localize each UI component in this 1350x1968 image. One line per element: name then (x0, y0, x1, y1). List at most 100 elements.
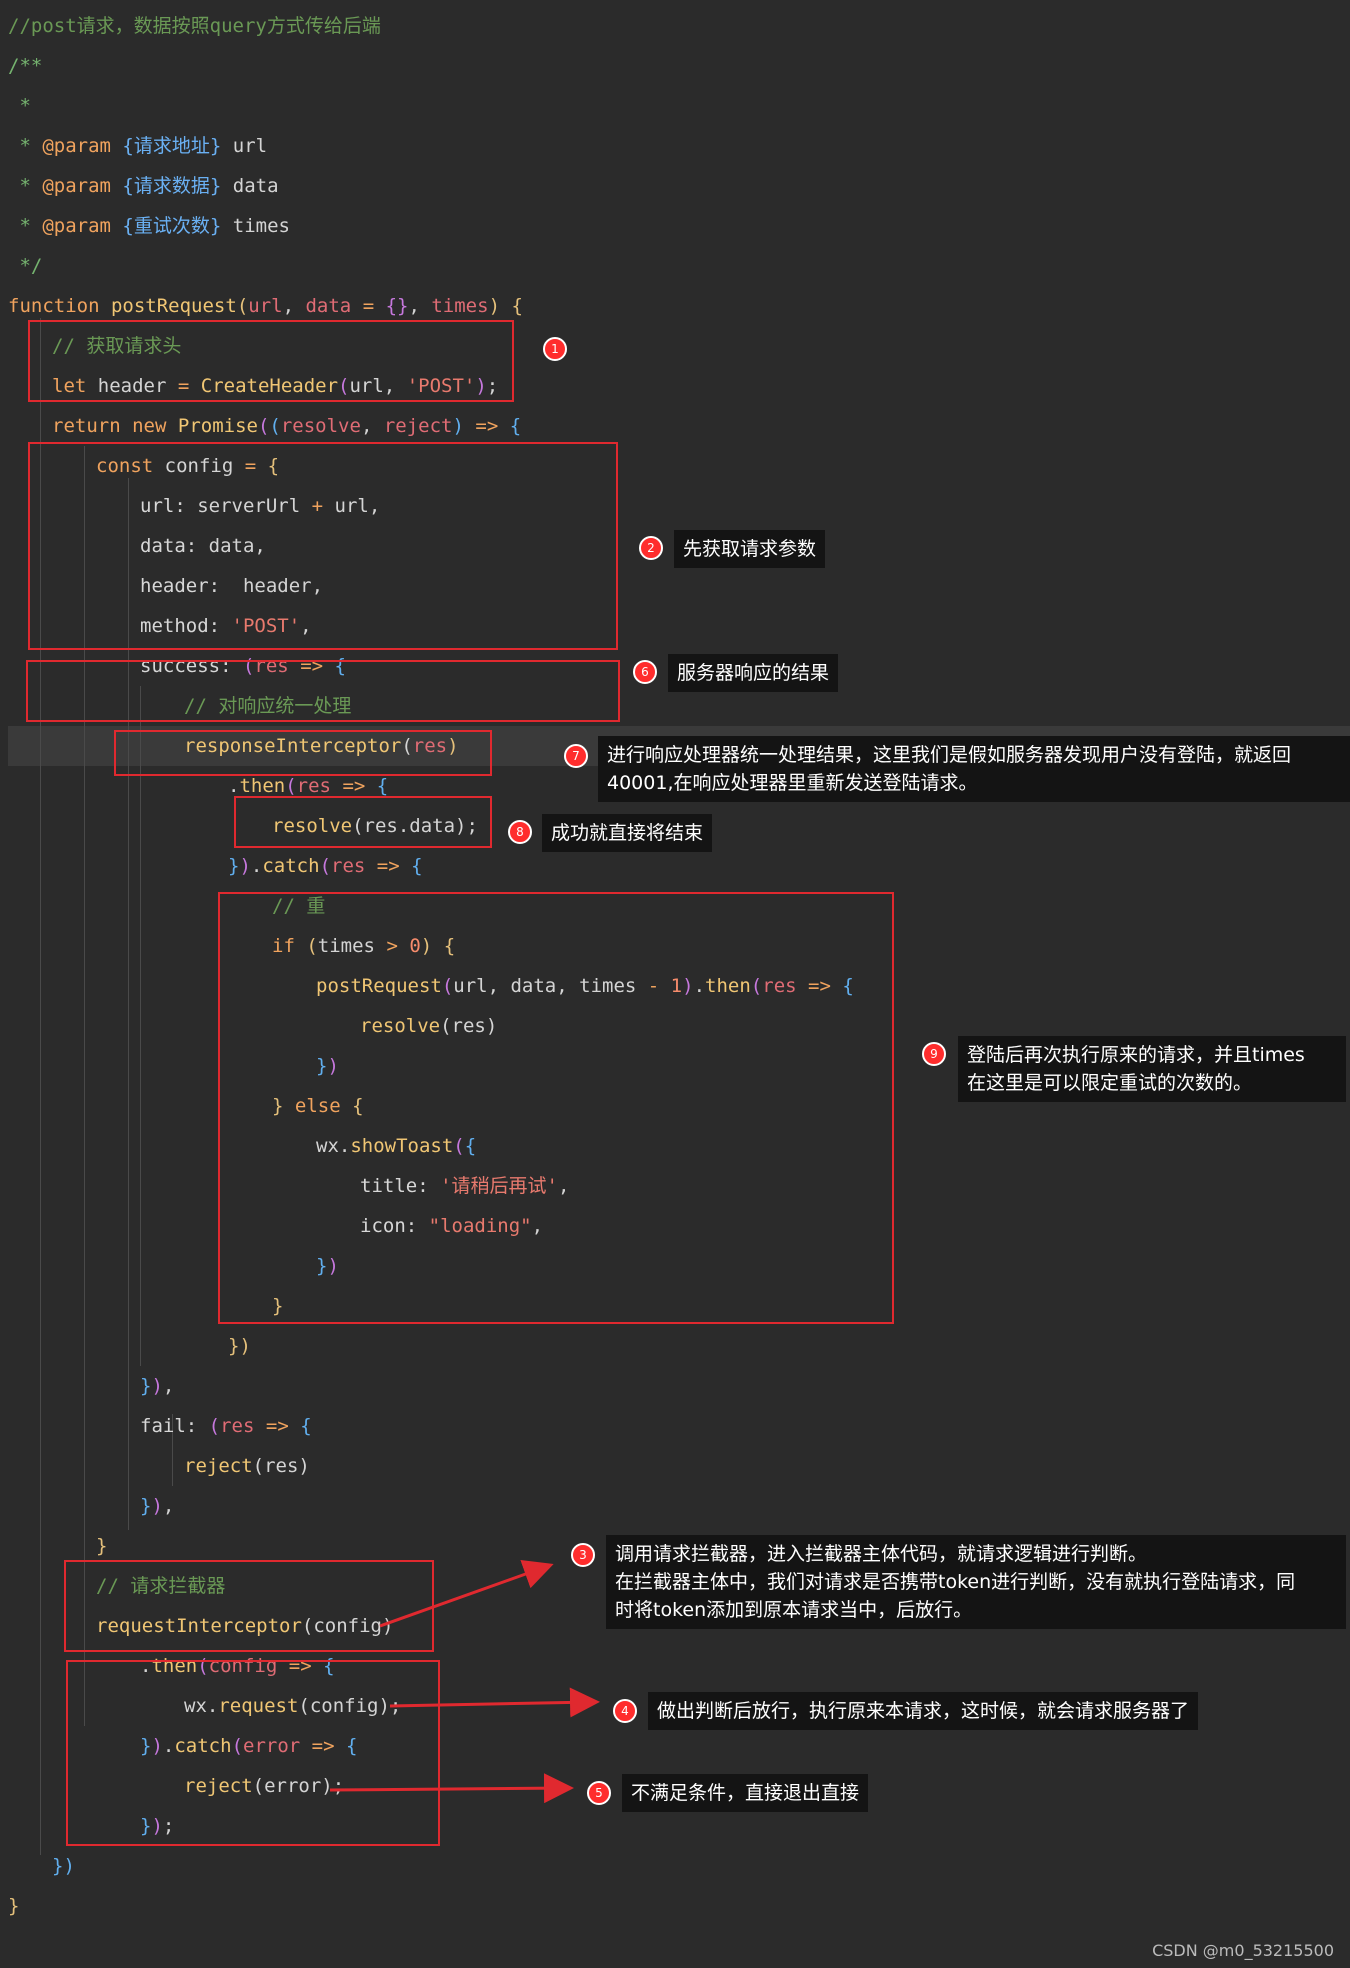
code-token: } (8, 1895, 20, 1917)
watermark: CSDN @m0_53215500 (1152, 1941, 1334, 1960)
code-token: {请求地址} (122, 135, 222, 157)
indent-guide (140, 686, 141, 1366)
code-token: then (239, 775, 286, 797)
code-token: return (52, 415, 121, 437)
annotation-box-8 (234, 796, 492, 848)
code-token: resolve (280, 415, 361, 437)
annotation-box-4-5 (66, 1660, 440, 1846)
code-token: Promise (177, 415, 258, 437)
code-line: }), (140, 1486, 174, 1526)
code-token: ( (269, 415, 281, 437)
code-token: ( (236, 295, 249, 317)
code-token: , (162, 1375, 175, 1397)
code-token: url (221, 135, 268, 157)
code-token: , (282, 295, 306, 317)
annotation-box-2 (28, 442, 618, 650)
code-token: //post请求，数据按照query方式传给后端 (8, 15, 381, 37)
code-token: @param (42, 135, 111, 157)
annotation-box-1 (28, 320, 514, 402)
badge-8: 8 (508, 820, 532, 844)
code-line: */ (8, 246, 42, 286)
code-token: { (300, 1415, 312, 1437)
code-token: res (220, 1415, 255, 1437)
note-4: 做出判断后放行，执行原来本请求，这时候，就会请求服务器了 (648, 1692, 1199, 1730)
code-line: } (8, 1886, 19, 1926)
code-token: {重试次数} (122, 215, 222, 237)
code-token: ) (452, 415, 464, 437)
code-token: /** (8, 55, 43, 77)
badge-4: 4 (613, 1699, 637, 1723)
code-token: {} (385, 295, 409, 317)
code-token: url (248, 295, 283, 317)
code-token: : (185, 1415, 209, 1437)
code-token: * (8, 135, 43, 157)
code-token: , (162, 1495, 175, 1517)
code-token: } (140, 1375, 152, 1397)
note-3: 调用请求拦截器，进入拦截器主体代码，就请求逻辑进行判断。 在拦截器主体中，我们对… (606, 1535, 1346, 1629)
code-token: * (8, 95, 31, 117)
code-token: => (342, 775, 366, 797)
badge-7: 7 (564, 744, 588, 768)
code-token: {请求数据} (122, 175, 222, 197)
code-line: return new Promise((resolve, reject) => … (52, 406, 521, 446)
code-token: * (8, 215, 43, 237)
code-token: * (8, 175, 43, 197)
code-token: function (8, 295, 100, 317)
code-line: }) (228, 1326, 251, 1366)
annotation-box-7 (114, 730, 492, 776)
code-token: ( (257, 415, 270, 437)
code-token: . (250, 855, 263, 877)
note-5: 不满足条件，直接退出直接 (622, 1774, 869, 1812)
code-token: postRequest (110, 295, 237, 317)
note-7: 进行响应处理器统一处理结果，这里我们是假如服务器发现用户没有登陆，就返回 400… (598, 736, 1350, 802)
code-token: times (431, 295, 489, 317)
code-token: new (132, 415, 167, 437)
code-line: * @param {重试次数} times (8, 206, 290, 246)
code-token: data (305, 295, 352, 317)
code-token: => (376, 855, 400, 877)
code-token: fail (140, 1415, 186, 1437)
code-token: (res) (252, 1455, 310, 1477)
code-line: //post请求，数据按照query方式传给后端 (8, 6, 381, 46)
code-token: = (351, 295, 386, 317)
badge-5: 5 (587, 1781, 611, 1805)
code-token: @param (42, 175, 111, 197)
code-token: }) (52, 1855, 75, 1877)
code-token: ( (319, 855, 332, 877)
note-6: 服务器响应的结果 (668, 654, 839, 692)
code-token: catch (262, 855, 320, 877)
code-token: times (221, 215, 290, 237)
code-token: , (360, 415, 384, 437)
annotation-box-3 (64, 1560, 434, 1652)
code-token: reject (184, 1455, 253, 1477)
note-9: 登陆后再次执行原来的请求，并且times 在这里是可以限定重试的次数的。 (958, 1036, 1346, 1102)
code-token: . (228, 775, 240, 797)
code-token: } (140, 1495, 152, 1517)
code-line: * (8, 86, 31, 126)
note-8: 成功就直接将结束 (542, 814, 713, 852)
code-editor[interactable]: //post请求，数据按照query方式传给后端 /** * * @param {… (0, 0, 1350, 1968)
code-token: res (331, 855, 366, 877)
code-token: => (265, 1415, 289, 1437)
badge-9: 9 (922, 1042, 946, 1066)
code-token: ) (488, 295, 501, 317)
code-token: , (408, 295, 432, 317)
code-token: data (221, 175, 279, 197)
code-line: fail: (res => { (140, 1406, 312, 1446)
badge-6: 6 (633, 660, 657, 684)
code-line: }), (140, 1366, 174, 1406)
code-line: /** (8, 46, 42, 86)
annotation-box-6 (26, 660, 620, 722)
code-token: */ (8, 255, 43, 277)
